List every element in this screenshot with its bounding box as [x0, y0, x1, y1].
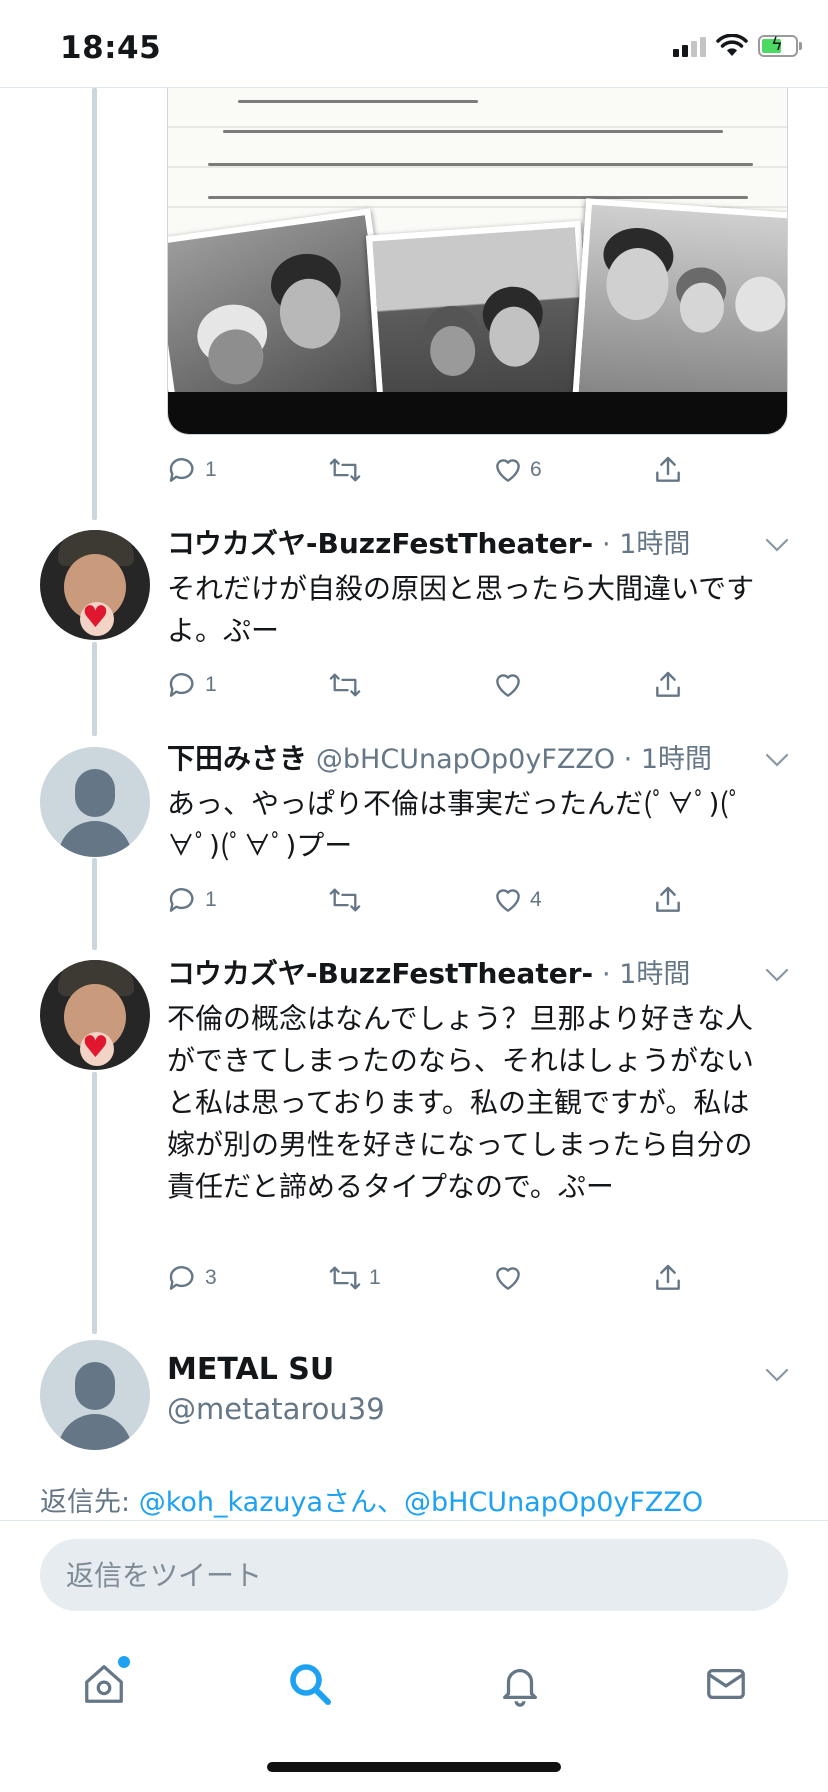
tab-messages[interactable] — [696, 1654, 756, 1714]
heart-icon — [496, 674, 520, 697]
tweet-meta: · 1時間 — [602, 959, 691, 990]
reply-count: 1 — [205, 888, 217, 911]
tweet-header: コウカズヤ-BuzzFestTheater- · 1時間 — [167, 956, 767, 993]
heart-icon — [496, 889, 520, 912]
default-profile-avatar[interactable] — [40, 747, 150, 857]
like-button[interactable]: 6 — [492, 454, 542, 486]
thread-line — [92, 642, 97, 736]
tweet-actions: 1 6 — [167, 450, 687, 490]
reply-icon — [169, 673, 194, 697]
tab-search[interactable] — [280, 1654, 340, 1714]
retweet-icon — [329, 673, 361, 697]
display-name[interactable]: コウカズヤ-BuzzFestTheater- — [167, 957, 593, 990]
status-bar: 18:45 ϟ — [0, 0, 828, 88]
cellular-signal-icon — [673, 35, 706, 57]
like-count: 6 — [530, 458, 542, 481]
heart-icon — [496, 459, 520, 482]
search-icon — [290, 1664, 331, 1705]
media-bottom-strip — [168, 392, 787, 434]
share-icon — [656, 671, 680, 697]
reply-button[interactable]: 1 — [167, 884, 217, 916]
chevron-down-icon[interactable] — [764, 1366, 790, 1384]
messages-envelope-icon — [707, 1668, 745, 1700]
share-button[interactable] — [652, 884, 684, 916]
retweet-icon — [329, 1266, 361, 1290]
reply-icon — [169, 1266, 194, 1290]
reply-to-label: 返信先: — [40, 1487, 139, 1518]
tweet-meta: @bHCUnapOp0yFZZO · 1時間 — [315, 744, 713, 775]
chevron-down-icon[interactable] — [764, 751, 790, 769]
tweet-text: それだけが自殺の原因と思ったら大間違いですよ。ぷー — [167, 572, 755, 647]
compose-bar — [0, 1520, 828, 1632]
tweet-text: あっ、やっぱり不倫は事実だったんだ(ﾟ∀ﾟ)(ﾟ∀ﾟ)(ﾟ∀ﾟ)プー — [167, 787, 743, 862]
default-profile-avatar[interactable] — [40, 1340, 150, 1450]
display-name[interactable]: 下田みさき — [167, 742, 307, 775]
reply-button[interactable]: 1 — [167, 454, 217, 486]
notifications-bell-icon — [503, 1669, 537, 1707]
display-name[interactable]: コウカズヤ-BuzzFestTheater- — [167, 527, 593, 560]
reply-button[interactable]: 3 — [167, 1262, 217, 1294]
retweet-icon — [329, 888, 361, 912]
tweet-actions: 3 1 — [167, 1258, 687, 1298]
retweet-button[interactable] — [327, 669, 369, 701]
heart-icon — [496, 1267, 520, 1290]
home-indicator[interactable] — [267, 1762, 561, 1772]
reply-count: 1 — [205, 673, 217, 696]
retweet-button[interactable] — [327, 884, 369, 916]
share-button[interactable] — [652, 1262, 684, 1294]
like-count: 4 — [530, 888, 542, 911]
share-button[interactable] — [652, 669, 684, 701]
share-icon — [656, 886, 680, 912]
tweet-text: 不倫の概念はなんでしょう？旦那より好きな人ができてしまったのなら、それはしょうが… — [167, 1002, 754, 1203]
tab-home[interactable] — [74, 1654, 134, 1714]
status-time: 18:45 — [60, 30, 162, 66]
tab-notifications[interactable] — [490, 1654, 550, 1714]
tweet-header: 下田みさき @bHCUnapOp0yFZZO · 1時間 — [167, 741, 767, 778]
composer-name: METAL SU — [167, 1352, 335, 1387]
home-icon — [85, 1665, 123, 1703]
thread-line — [92, 858, 97, 950]
battery-charging-icon: ϟ — [758, 34, 802, 57]
tweet-actions: 1 — [167, 665, 687, 705]
retweet-button[interactable] — [327, 454, 369, 486]
share-icon — [656, 1264, 680, 1290]
retweet-count: 1 — [369, 1266, 381, 1289]
wifi-icon — [716, 34, 748, 56]
tweet-meta: · 1時間 — [602, 529, 691, 560]
reply-to-users-link[interactable]: @koh_kazuyaさん、@bHCUnapOp0yFZZO — [139, 1487, 704, 1518]
share-button[interactable] — [652, 454, 684, 486]
notification-dot — [118, 1656, 130, 1668]
like-button[interactable] — [492, 669, 530, 701]
chevron-down-icon[interactable] — [764, 966, 790, 984]
reply-to-line: 返信先: @koh_kazuyaさん、@bHCUnapOp0yFZZO — [40, 1480, 800, 1518]
tweet-actions: 1 4 — [167, 880, 687, 920]
reply-count: 1 — [205, 458, 217, 481]
like-button[interactable] — [492, 1262, 530, 1294]
status-icons: ϟ — [673, 34, 802, 58]
tweet-media-image[interactable] — [167, 88, 788, 435]
composer-handle: @metatarou39 — [167, 1392, 385, 1426]
avatar[interactable]: ♥ — [40, 960, 150, 1070]
thread-line — [92, 88, 97, 520]
thread-line — [92, 1072, 97, 1334]
share-icon — [656, 456, 680, 482]
reply-count: 3 — [205, 1266, 217, 1289]
like-button[interactable]: 4 — [492, 884, 542, 916]
chevron-down-icon[interactable] — [764, 536, 790, 554]
retweet-icon — [329, 458, 361, 482]
retweet-button[interactable]: 1 — [327, 1262, 381, 1294]
reply-icon — [169, 888, 194, 912]
avatar[interactable]: ♥ — [40, 530, 150, 640]
reply-icon — [169, 458, 194, 482]
reply-button[interactable]: 1 — [167, 669, 217, 701]
reply-tweet-input[interactable] — [40, 1539, 788, 1611]
tweet-header: コウカズヤ-BuzzFestTheater- · 1時間 — [167, 526, 767, 563]
